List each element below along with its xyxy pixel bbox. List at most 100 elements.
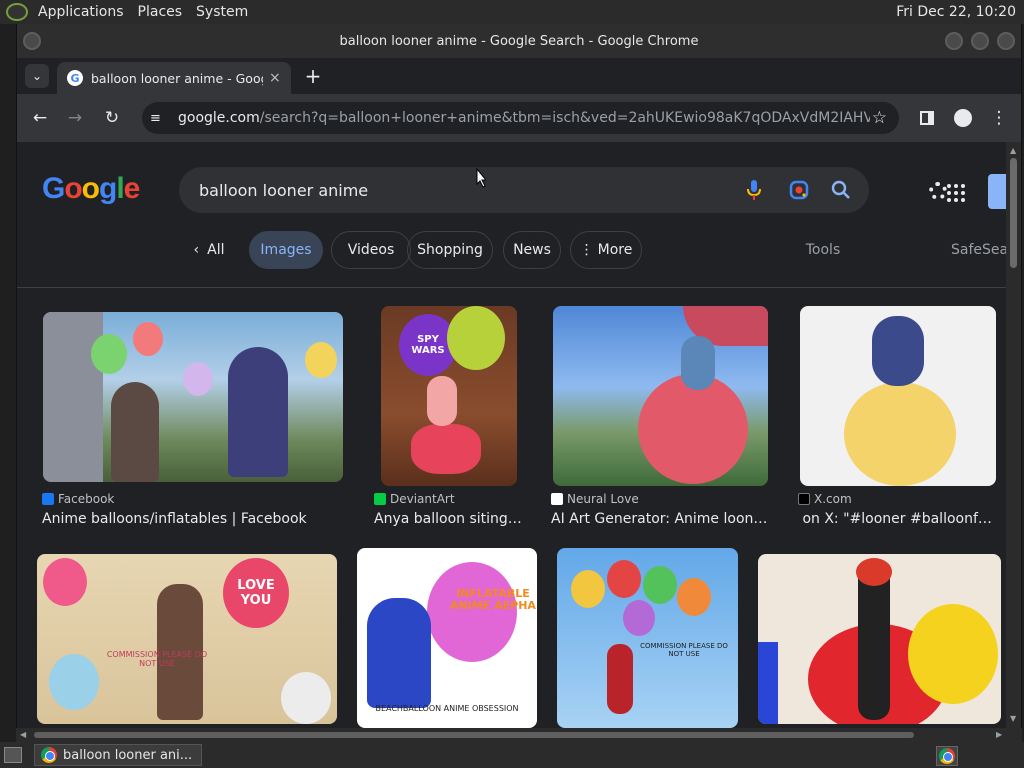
result-3-title[interactable]: AI Art Generator: Anime looner g... xyxy=(551,511,769,527)
filter-images[interactable]: Images xyxy=(249,231,323,269)
filter-videos[interactable]: Videos xyxy=(331,231,411,269)
result-1-source-name: Facebook xyxy=(58,492,115,506)
result-1-title[interactable]: Anime balloons/inflatables | Facebook xyxy=(42,511,342,527)
microphone-icon[interactable] xyxy=(747,180,761,200)
forward-arrow-icon: → xyxy=(67,108,83,128)
tab-active[interactable]: G balloon looner anime - Google Search × xyxy=(57,62,291,94)
bottom-taskbar: balloon looner ani... xyxy=(0,742,1024,768)
result-2-title[interactable]: Anya balloon siting b... xyxy=(374,511,524,527)
character-figure xyxy=(427,376,457,426)
result-2-source[interactable]: DeviantArt xyxy=(374,492,455,506)
profile-avatar-icon xyxy=(954,109,972,127)
love-you-balloon: LOVE YOU xyxy=(223,558,289,628)
balloon-shape xyxy=(677,578,711,616)
scroll-down-icon[interactable]: ▼ xyxy=(1010,714,1016,723)
balloon-shape xyxy=(411,424,481,474)
site-info-icon[interactable]: ≡ xyxy=(150,111,164,126)
image-result-6[interactable]: INFLATABLE ANIME AEPHA BEACHBALLOON ANIM… xyxy=(357,548,537,728)
balloon-shape xyxy=(133,322,163,356)
image-result-8[interactable] xyxy=(758,554,1001,724)
balloon-shape xyxy=(844,382,956,486)
google-logo-letter: o xyxy=(81,172,100,205)
google-apps-icon[interactable] xyxy=(947,184,965,202)
image-result-2[interactable]: SPY WARS xyxy=(381,306,517,486)
tools-button[interactable]: Tools xyxy=(791,231,855,269)
balloon-shape xyxy=(49,654,99,710)
result-4-source[interactable]: X.com xyxy=(798,492,852,506)
google-logo[interactable]: Google xyxy=(42,172,140,206)
settings-gear-icon[interactable] xyxy=(929,182,947,200)
image-result-7[interactable]: COMMISSION PLEASE DO NOT USE xyxy=(557,548,738,728)
filter-all[interactable]: ‹ All xyxy=(183,231,235,269)
search-input[interactable]: balloon looner anime xyxy=(179,167,869,213)
url-host: google.com xyxy=(178,110,260,126)
google-lens-icon[interactable] xyxy=(789,180,809,200)
panel-clock[interactable]: Fri Dec 22, 10:20 xyxy=(896,4,1024,20)
commission-watermark: COMMISSION PLEASE DO NOT USE xyxy=(640,642,728,658)
image-result-1[interactable] xyxy=(43,312,343,482)
side-panel-icon xyxy=(920,111,934,125)
search-icon[interactable] xyxy=(831,180,851,200)
tab-strip: ⌄ G balloon looner anime - Google Search… xyxy=(16,58,1022,94)
close-window-button[interactable] xyxy=(997,32,1015,50)
deviantart-icon xyxy=(374,493,386,505)
character-figure xyxy=(681,336,715,390)
vertical-scrollbar[interactable]: ▲ ▼ xyxy=(1006,142,1022,728)
chrome-menu-button[interactable]: ⋮ xyxy=(987,106,1011,130)
character-figure xyxy=(111,382,159,482)
profile-button[interactable] xyxy=(951,106,975,130)
facebook-icon xyxy=(42,493,54,505)
character-figure xyxy=(607,644,633,714)
new-tab-button[interactable]: + xyxy=(301,64,325,88)
balloon-cluster-shape xyxy=(638,374,748,484)
sign-in-button[interactable] xyxy=(988,174,1006,209)
filter-all-label: All xyxy=(207,242,225,258)
horizontal-scrollbar[interactable]: ◀ ▶ xyxy=(16,728,1022,742)
search-query-text: balloon looner anime xyxy=(199,180,369,200)
reload-button[interactable]: ↻ xyxy=(100,106,124,130)
safesearch-button[interactable]: SafeSearch xyxy=(951,231,1006,269)
scroll-left-icon[interactable]: ◀ xyxy=(20,730,26,739)
filter-more-label: More xyxy=(597,242,633,258)
vertical-scroll-thumb[interactable] xyxy=(1010,158,1017,268)
filter-more[interactable]: ⋮ More xyxy=(570,231,642,269)
window-menu-button[interactable] xyxy=(23,32,41,50)
safesearch-label: SafeSearch xyxy=(951,242,1006,258)
result-4-title[interactable]: on X: "#looner #balloonfetish... xyxy=(798,511,998,527)
window-titlebar[interactable]: balloon looner anime - Google Search - G… xyxy=(16,24,1022,58)
character-hair xyxy=(856,558,892,586)
balloon-shape xyxy=(281,672,331,724)
filter-news[interactable]: News xyxy=(503,231,561,269)
side-panel-button[interactable] xyxy=(915,106,939,130)
tools-label: Tools xyxy=(805,242,841,258)
character-figure xyxy=(367,598,431,708)
show-desktop-icon[interactable] xyxy=(4,747,22,763)
image-result-4[interactable] xyxy=(800,306,996,486)
result-1-source[interactable]: Facebook xyxy=(42,492,114,506)
distro-logo-icon[interactable] xyxy=(6,3,28,21)
filter-news-label: News xyxy=(513,242,551,258)
tray-chrome-button[interactable] xyxy=(936,746,958,766)
three-dots-vertical-icon: ⋮ xyxy=(990,108,1008,128)
image-result-5[interactable]: LOVE YOU COMMISSION PLEASE DO NOT USE xyxy=(37,554,337,724)
minimize-button[interactable] xyxy=(945,32,963,50)
back-button[interactable]: ← xyxy=(28,106,52,130)
tab-search-button[interactable]: ⌄ xyxy=(25,64,49,88)
taskbar-chrome-window[interactable]: balloon looner ani... xyxy=(34,744,202,766)
reload-icon: ↻ xyxy=(104,108,120,128)
forward-button[interactable]: → xyxy=(63,106,87,130)
browser-toolbar: ← → ↻ ≡ google.com /search?q=balloon+loo… xyxy=(16,94,1022,142)
bookmark-star-icon[interactable]: ☆ xyxy=(872,108,887,128)
address-bar[interactable]: ≡ google.com /search?q=balloon+looner+an… xyxy=(142,102,899,134)
image-result-3[interactable] xyxy=(553,306,768,486)
result-3-source[interactable]: Neural Love xyxy=(551,492,639,506)
filter-shopping[interactable]: Shopping xyxy=(407,231,493,269)
horizontal-scroll-thumb[interactable] xyxy=(34,732,914,738)
maximize-button[interactable] xyxy=(971,32,989,50)
applications-menu[interactable]: Applications xyxy=(31,4,131,20)
system-menu[interactable]: System xyxy=(189,4,255,20)
scroll-right-icon[interactable]: ▶ xyxy=(996,730,1002,739)
places-menu[interactable]: Places xyxy=(131,4,190,20)
scroll-up-icon[interactable]: ▲ xyxy=(1010,146,1016,155)
close-tab-icon[interactable]: × xyxy=(269,70,281,86)
